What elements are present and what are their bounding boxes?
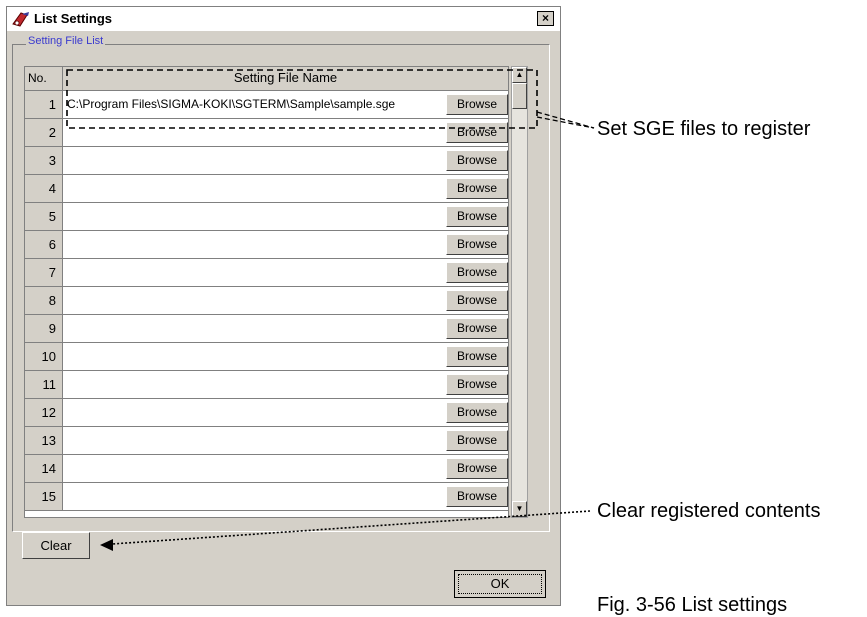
file-name-cell[interactable]: C:\Program Files\SIGMA-KOKI\SGTERM\Sampl…: [63, 91, 508, 119]
browse-button[interactable]: Browse: [446, 150, 508, 171]
file-name-cell[interactable]: Browse: [63, 259, 508, 287]
row-number: 1: [25, 91, 63, 119]
file-name-cell[interactable]: Browse: [63, 343, 508, 371]
row-number: 8: [25, 287, 63, 315]
table-row: 1 C:\Program Files\SIGMA-KOKI\SGTERM\Samp…: [25, 91, 508, 119]
row-number: 12: [25, 399, 63, 427]
table-row: 5 Browse: [25, 203, 508, 231]
browse-button[interactable]: Browse: [446, 122, 508, 143]
scroll-thumb[interactable]: [512, 83, 527, 109]
file-name-cell[interactable]: Browse: [63, 399, 508, 427]
clear-button[interactable]: Clear: [22, 532, 90, 559]
browse-button[interactable]: Browse: [446, 206, 508, 227]
scroll-down-button[interactable]: ▼: [512, 501, 527, 517]
file-name-cell[interactable]: Browse: [63, 455, 508, 483]
browse-button[interactable]: Browse: [446, 262, 508, 283]
file-path[interactable]: C:\Program Files\SIGMA-KOKI\SGTERM\Sampl…: [67, 91, 447, 118]
table-row: 12 Browse: [25, 399, 508, 427]
file-name-cell[interactable]: Browse: [63, 427, 508, 455]
table-row: 15 Browse: [25, 483, 508, 511]
annotation-register: Set SGE files to register: [597, 118, 811, 140]
close-icon: ×: [541, 11, 549, 25]
row-number: 10: [25, 343, 63, 371]
browse-button[interactable]: Browse: [446, 234, 508, 255]
setting-file-table: No. Setting File Name 1 C:\Program Files\…: [24, 66, 509, 518]
browse-button[interactable]: Browse: [446, 178, 508, 199]
row-number: 14: [25, 455, 63, 483]
ok-button[interactable]: OK: [454, 570, 546, 598]
file-name-cell[interactable]: Browse: [63, 371, 508, 399]
row-number: 7: [25, 259, 63, 287]
file-name-cell[interactable]: Browse: [63, 203, 508, 231]
file-name-cell[interactable]: Browse: [63, 147, 508, 175]
browse-button[interactable]: Browse: [446, 486, 508, 507]
arrow-up-icon: ▲: [515, 70, 524, 79]
table-row: 13 Browse: [25, 427, 508, 455]
group-label: Setting File List: [26, 35, 106, 47]
browse-button[interactable]: Browse: [446, 290, 508, 311]
file-name-cell[interactable]: Browse: [63, 483, 508, 511]
table-row: 7 Browse: [25, 259, 508, 287]
focus-rect: [458, 574, 542, 594]
window-title: List Settings: [34, 11, 113, 26]
row-number: 13: [25, 427, 63, 455]
table-row: 10 Browse: [25, 343, 508, 371]
browse-button[interactable]: Browse: [446, 374, 508, 395]
table-row: 2 Browse: [25, 119, 508, 147]
browse-button[interactable]: Browse: [446, 402, 508, 423]
table-row: 11 Browse: [25, 371, 508, 399]
row-number: 3: [25, 147, 63, 175]
row-number: 15: [25, 483, 63, 511]
table-row: 3 Browse: [25, 147, 508, 175]
table-row: 14 Browse: [25, 455, 508, 483]
arrow-down-icon: ▼: [515, 504, 524, 513]
table-row: 4 Browse: [25, 175, 508, 203]
row-number: 6: [25, 231, 63, 259]
vertical-scrollbar[interactable]: ▲ ▼: [511, 66, 528, 518]
table-row: 8 Browse: [25, 287, 508, 315]
row-number: 4: [25, 175, 63, 203]
file-name-cell[interactable]: Browse: [63, 175, 508, 203]
browse-button[interactable]: Browse: [446, 430, 508, 451]
annotation-clear: Clear registered contents: [597, 500, 821, 522]
browse-button[interactable]: Browse: [446, 318, 508, 339]
table-row: 6 Browse: [25, 231, 508, 259]
scroll-up-button[interactable]: ▲: [512, 67, 527, 83]
table-row: 9 Browse: [25, 315, 508, 343]
row-number: 9: [25, 315, 63, 343]
app-icon: [12, 12, 29, 27]
file-name-cell[interactable]: Browse: [63, 119, 508, 147]
row-number: 11: [25, 371, 63, 399]
row-number: 2: [25, 119, 63, 147]
row-number: 5: [25, 203, 63, 231]
title-bar: List Settings ×: [7, 7, 560, 31]
file-name-cell[interactable]: Browse: [63, 315, 508, 343]
file-name-cell[interactable]: Browse: [63, 231, 508, 259]
file-name-cell[interactable]: Browse: [63, 287, 508, 315]
column-header-name: Setting File Name: [63, 67, 508, 91]
column-header-no: No.: [25, 67, 63, 91]
browse-button[interactable]: Browse: [446, 346, 508, 367]
close-button[interactable]: ×: [537, 11, 554, 26]
browse-button[interactable]: Browse: [446, 94, 508, 115]
browse-button[interactable]: Browse: [446, 458, 508, 479]
